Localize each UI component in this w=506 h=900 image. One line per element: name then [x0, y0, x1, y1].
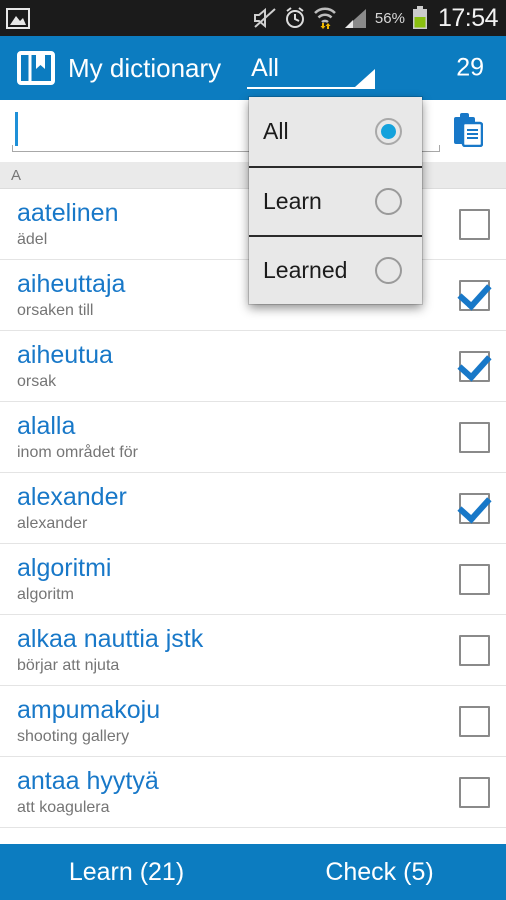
- row-checkbox[interactable]: [459, 208, 490, 240]
- mute-icon: [253, 7, 277, 29]
- table-row[interactable]: alalla inom området för: [0, 402, 506, 473]
- app-screen: 56% 17:54 My dictionary All 29 A aatelin…: [0, 0, 506, 900]
- word-label: alexander: [17, 483, 127, 511]
- clipboard-icon: [453, 112, 484, 150]
- table-row[interactable]: algoritmi algoritm: [0, 544, 506, 615]
- learn-button[interactable]: Learn (21): [0, 858, 253, 887]
- filter-dropdown-menu[interactable]: All Learn Learned: [249, 97, 422, 304]
- battery-icon: [412, 6, 428, 30]
- action-bar: My dictionary All 29: [0, 36, 506, 100]
- row-text: ampumakoju shooting gallery: [17, 695, 459, 747]
- dropdown-item-label: All: [263, 118, 289, 144]
- book-icon: [16, 48, 56, 88]
- row-checkbox[interactable]: [459, 350, 490, 382]
- translation-label: att koagulera: [17, 799, 110, 816]
- spinner-underline: [247, 87, 376, 89]
- table-row[interactable]: alexander alexander: [0, 473, 506, 544]
- dropdown-item-all[interactable]: All: [249, 97, 422, 166]
- wifi-icon: [313, 7, 337, 29]
- translation-label: alexander: [17, 515, 88, 532]
- chevron-down-icon: [355, 69, 376, 87]
- word-label: alkaa nauttia jstk: [17, 625, 204, 653]
- row-checkbox[interactable]: [459, 279, 490, 311]
- table-row[interactable]: aiheutua orsak: [0, 331, 506, 402]
- dropdown-item-learned[interactable]: Learned: [249, 235, 422, 304]
- word-label: algoritmi: [17, 554, 112, 582]
- row-checkbox[interactable]: [459, 492, 490, 524]
- dropdown-item-label: Learned: [263, 257, 348, 283]
- alarm-icon: [284, 7, 306, 29]
- bottom-action-bar: Learn (21) Check (5): [0, 844, 506, 900]
- row-checkbox[interactable]: [459, 563, 490, 595]
- word-label: antaa hyytyä: [17, 767, 159, 795]
- row-checkbox[interactable]: [459, 705, 490, 737]
- status-bar: 56% 17:54: [0, 0, 506, 36]
- row-text: alexander alexander: [17, 482, 459, 534]
- row-text: antaa hyytyä att koagulera: [17, 766, 459, 818]
- table-row[interactable]: antaa hyytyä att koagulera: [0, 757, 506, 828]
- section-header-label: A: [11, 166, 22, 184]
- radio-button[interactable]: [375, 188, 402, 215]
- image-icon: [6, 7, 30, 29]
- page-title: My dictionary: [68, 52, 222, 83]
- row-checkbox[interactable]: [459, 634, 490, 666]
- translation-label: inom området för: [17, 444, 138, 461]
- status-bar-notifications: [6, 7, 253, 29]
- row-text: alalla inom området för: [17, 411, 459, 463]
- paste-button[interactable]: [440, 106, 496, 156]
- word-label: aiheutua: [17, 341, 113, 369]
- signal-icon: [344, 8, 368, 29]
- clock: 17:54: [437, 3, 499, 32]
- status-bar-system-icons: 56% 17:54: [253, 3, 499, 33]
- table-row[interactable]: alkaa nauttia jstk börjar att njuta: [0, 615, 506, 686]
- translation-label: börjar att njuta: [17, 657, 120, 674]
- radio-button[interactable]: [375, 257, 402, 284]
- word-label: alalla: [17, 412, 76, 440]
- battery-percent: 56%: [374, 9, 405, 27]
- translation-label: orsak: [17, 373, 57, 390]
- row-text: aiheutua orsak: [17, 340, 459, 392]
- text-cursor: [15, 112, 18, 146]
- dropdown-item-label: Learn: [263, 188, 322, 214]
- row-checkbox[interactable]: [459, 776, 490, 808]
- filter-spinner-label: All: [251, 53, 279, 82]
- word-count-badge: 29: [456, 53, 484, 82]
- row-text: alkaa nauttia jstk börjar att njuta: [17, 624, 459, 676]
- row-text: algoritmi algoritm: [17, 553, 459, 605]
- radio-button[interactable]: [375, 118, 402, 145]
- row-checkbox[interactable]: [459, 421, 490, 453]
- table-row[interactable]: ampumakoju shooting gallery: [0, 686, 506, 757]
- dropdown-item-learn[interactable]: Learn: [249, 166, 422, 235]
- word-label: ampumakoju: [17, 696, 161, 724]
- filter-spinner[interactable]: All: [247, 43, 376, 93]
- translation-label: algoritm: [17, 586, 74, 603]
- check-button[interactable]: Check (5): [253, 858, 506, 887]
- translation-label: shooting gallery: [17, 728, 130, 745]
